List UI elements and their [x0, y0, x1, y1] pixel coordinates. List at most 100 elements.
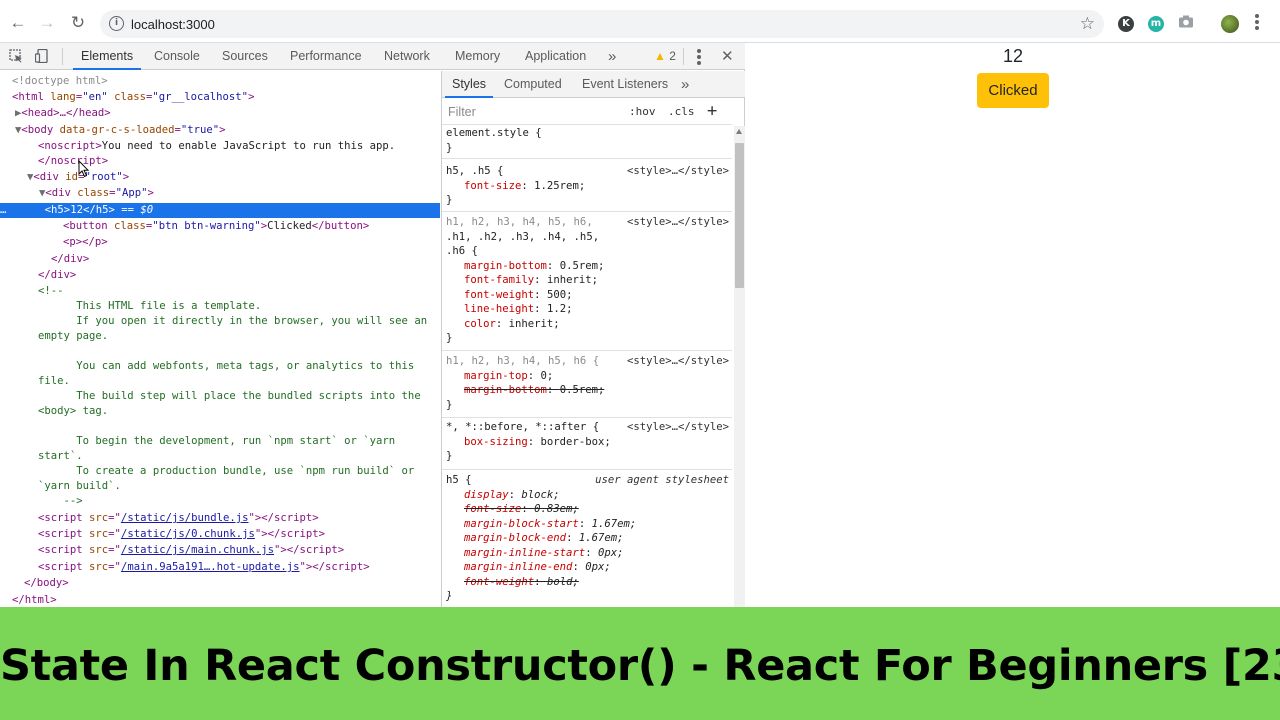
more-tabs-chevron-icon[interactable]: » [608, 43, 616, 70]
styles-filter-row: Filter :hov .cls + [442, 99, 732, 125]
reload-icon[interactable]: ↻ [67, 12, 89, 34]
hov-toggle[interactable]: :hov [629, 105, 656, 118]
body-node[interactable]: ▼<body data-gr-c-s-loaded="true"> [0, 123, 440, 138]
device-toolbar-icon[interactable] [35, 49, 49, 63]
css-property-overridden[interactable]: font-weight: bold; [442, 575, 732, 590]
styles-scrollbar[interactable] [734, 126, 745, 607]
rule-selector-cont: .h6 { [446, 245, 478, 257]
css-property[interactable]: margin-block-end: 1.67em; [442, 531, 732, 546]
tab-application[interactable]: Application [525, 43, 586, 70]
css-property[interactable]: margin-bottom: 0.5rem; [442, 259, 732, 274]
css-property[interactable]: font-size: 1.25rem; [442, 179, 732, 194]
inspect-element-icon[interactable] [9, 49, 23, 63]
html-comment[interactable]: This HTML file is a template. If you ope… [38, 299, 440, 509]
scroll-up-arrow-icon[interactable] [736, 129, 742, 134]
tab-network[interactable]: Network [384, 43, 430, 70]
body-close-node[interactable]: </body> [0, 576, 440, 591]
tab-console[interactable]: Console [154, 43, 200, 70]
script-link[interactable]: /static/js/bundle.js [121, 512, 249, 524]
css-property[interactable]: box-sizing: border-box; [442, 435, 732, 450]
new-rule-plus-icon[interactable]: + [707, 101, 717, 121]
div-root-node[interactable]: ▼<div id="root"> [0, 170, 440, 185]
p-node[interactable]: <p></p> [0, 235, 440, 250]
button-node[interactable]: <button class="btn btn-warning">Clicked<… [0, 219, 440, 234]
clicked-button[interactable]: Clicked [977, 73, 1049, 108]
rule-source-link[interactable]: <style>…</style> [627, 354, 732, 369]
css-rule[interactable]: element.style { } [442, 126, 732, 159]
tab-styles[interactable]: Styles [444, 71, 494, 98]
html-node[interactable]: <html lang="en" class="gr__localhost"> [0, 90, 440, 105]
noscript-close-node[interactable]: </noscript> [0, 154, 440, 169]
script-link[interactable]: /main.9a5a191….hot-update.js [121, 561, 300, 573]
rule-close-brace: } [446, 398, 453, 411]
tab-event-listeners[interactable]: Event Listeners [582, 71, 668, 98]
comment-open-node[interactable]: <!-- [0, 284, 440, 299]
address-url[interactable]: localhost:3000 [131, 17, 215, 32]
property-value: 1.2; [546, 303, 573, 315]
css-property-overridden[interactable]: font-size: 0.83em; [442, 502, 732, 517]
div-app-close-node[interactable]: </div> [0, 252, 440, 267]
property-name: font-size [464, 179, 522, 192]
html-close-node[interactable]: </html> [0, 593, 440, 607]
div-root-close-node[interactable]: </div> [0, 268, 440, 283]
body-attr-value: "true" [180, 124, 220, 136]
camera-icon[interactable] [1178, 15, 1194, 28]
css-rule[interactable]: user agent stylesheet h5 { display: block… [442, 473, 732, 607]
script-node[interactable]: <script src="/static/js/main.chunk.js"><… [0, 543, 440, 558]
cls-toggle[interactable]: .cls [668, 105, 695, 118]
chrome-menu-icon[interactable] [1255, 14, 1259, 32]
tab-sources[interactable]: Sources [222, 43, 268, 70]
noscript-node[interactable]: <noscript>You need to enable JavaScript … [0, 139, 440, 154]
doctype-node[interactable]: <!doctype html> [0, 74, 440, 89]
m-extension-letter: m [1150, 18, 1162, 29]
css-property[interactable]: font-family: inherit; [442, 273, 732, 288]
css-rule[interactable]: <style>…</style> *, *::before, *::after {… [442, 420, 732, 470]
close-devtools-icon[interactable]: ✕ [721, 43, 734, 70]
script-node[interactable]: <script src="/main.9a5a191….hot-update.j… [0, 560, 440, 575]
tab-memory[interactable]: Memory [455, 43, 500, 70]
css-property-overridden[interactable]: margin-bottom: 0.5rem; [442, 383, 732, 398]
address-bar[interactable]: i localhost:3000 ☆ [100, 10, 1104, 38]
css-property[interactable]: margin-inline-start: 0px; [442, 546, 732, 561]
styles-filter-input[interactable]: Filter [448, 105, 476, 119]
collapse-triangle-icon[interactable]: ▼ [15, 124, 21, 136]
property-value: 1.67em; [578, 532, 624, 544]
css-rule[interactable]: <style>…</style> h1, h2, h3, h4, h5, h6 {… [442, 354, 732, 418]
head-node[interactable]: ▶<head>…</head> [0, 106, 440, 121]
bookmark-star-icon[interactable]: ☆ [1080, 14, 1095, 34]
tab-elements[interactable]: Elements [72, 43, 142, 70]
div-app-node[interactable]: ▼<div class="App"> [0, 186, 440, 201]
k-extension-icon[interactable]: K [1118, 16, 1134, 32]
collapse-triangle-icon[interactable]: ▼ [27, 171, 33, 183]
devtools-menu-icon[interactable] [697, 49, 701, 67]
node-ellipsis-icon[interactable]: … [0, 204, 6, 216]
rule-source-link[interactable]: <style>…</style> [627, 164, 732, 179]
more-subtabs-chevron-icon[interactable]: » [681, 71, 689, 98]
collapse-triangle-icon[interactable]: ▼ [39, 187, 45, 199]
script-link[interactable]: /static/js/main.chunk.js [121, 544, 274, 556]
forward-arrow-icon[interactable]: → [36, 12, 58, 34]
profile-avatar[interactable] [1221, 15, 1239, 33]
warnings-badge[interactable]: ▲ 2 [654, 49, 676, 63]
css-rule[interactable]: <style>…</style> h1, h2, h3, h4, h5, h6, … [442, 215, 732, 351]
rule-source-link[interactable]: <style>…</style> [627, 420, 732, 435]
css-rule[interactable]: <style>…</style> h5, .h5 { font-size: 1.2… [442, 164, 732, 212]
css-property[interactable]: color: inherit; [442, 317, 732, 332]
script-link[interactable]: /static/js/0.chunk.js [121, 528, 255, 540]
script-node[interactable]: <script src="/static/js/0.chunk.js"></sc… [0, 527, 440, 542]
script-node[interactable]: <script src="/static/js/bundle.js"></scr… [0, 511, 440, 526]
css-property[interactable]: margin-inline-end: 0px; [442, 560, 732, 575]
css-property[interactable]: margin-block-start: 1.67em; [442, 517, 732, 532]
h5-node-selected[interactable]: … <h5>12</h5> == $0 [0, 203, 440, 218]
css-property[interactable]: margin-top: 0; [442, 369, 732, 384]
css-property[interactable]: display: block; [442, 488, 732, 503]
css-property[interactable]: line-height: 1.2; [442, 302, 732, 317]
info-icon[interactable]: i [109, 16, 124, 31]
back-arrow-icon[interactable]: ← [7, 12, 29, 34]
tab-computed[interactable]: Computed [504, 71, 562, 98]
m-extension-icon[interactable]: m [1148, 16, 1164, 32]
tab-performance[interactable]: Performance [290, 43, 362, 70]
scrollbar-thumb[interactable] [735, 143, 744, 288]
css-property[interactable]: font-weight: 500; [442, 288, 732, 303]
rule-source-link[interactable]: <style>…</style> [627, 215, 732, 230]
